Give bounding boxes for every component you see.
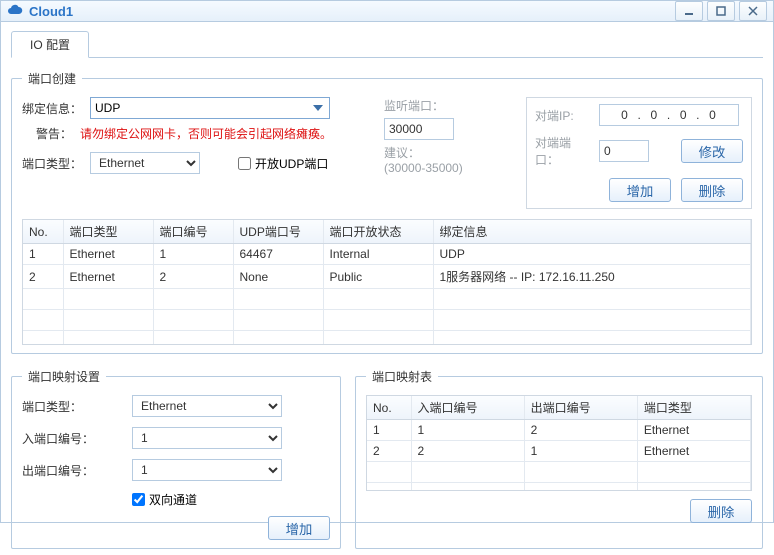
tabstrip: IO 配置 bbox=[11, 32, 763, 58]
tab-io-config[interactable]: IO 配置 bbox=[11, 31, 89, 58]
label-bind-info: 绑定信息： bbox=[22, 100, 82, 117]
table-row[interactable]: 22 1Ethernet bbox=[367, 441, 751, 462]
label-port-type: 端口类型： bbox=[22, 155, 82, 172]
port-map-table-header: No. 入端口编号 出端口编号 端口类型 bbox=[367, 396, 751, 420]
two-way-checkbox[interactable]: 双向通道 bbox=[132, 491, 282, 508]
port-type-select[interactable]: Ethernet bbox=[90, 152, 200, 174]
titlebar: Cloud1 bbox=[1, 1, 773, 22]
map-port-type-select[interactable]: Ethernet bbox=[132, 395, 282, 417]
chevron-down-icon bbox=[310, 101, 325, 115]
table-row bbox=[23, 331, 751, 346]
modify-button[interactable]: 修改 bbox=[681, 139, 743, 163]
group-port-map-settings-legend: 端口映射设置 bbox=[22, 368, 106, 385]
peer-ip-input[interactable] bbox=[599, 104, 739, 126]
listen-port-input[interactable] bbox=[384, 118, 454, 140]
table-row[interactable]: 1Ethernet 164467 InternalUDP bbox=[23, 244, 751, 265]
table-row[interactable]: 2Ethernet 2None Public1服务器网络 -- IP: 172.… bbox=[23, 265, 751, 289]
table-row[interactable]: 11 2Ethernet bbox=[367, 420, 751, 441]
minimize-button[interactable] bbox=[675, 1, 703, 21]
table-row bbox=[367, 483, 751, 492]
table-row bbox=[367, 462, 751, 483]
table-row bbox=[23, 310, 751, 331]
label-suggest: 建议： bbox=[384, 144, 504, 161]
port-table[interactable]: No. 端口类型 端口编号 UDP端口号 端口开放状态 绑定信息 1Ethern… bbox=[23, 220, 751, 345]
label-peer-ip: 对端IP: bbox=[535, 107, 591, 124]
label-warning: 警告： bbox=[36, 125, 72, 142]
bind-info-select[interactable]: UDP bbox=[90, 97, 330, 119]
peer-port-input[interactable] bbox=[599, 140, 649, 162]
in-port-no-select[interactable]: 1 bbox=[132, 427, 282, 449]
label-listen-port: 监听端口： bbox=[384, 97, 504, 114]
group-port-map-table-legend: 端口映射表 bbox=[366, 368, 438, 385]
label-out-port-no: 出端口编号： bbox=[22, 462, 132, 479]
map-delete-button[interactable]: 删除 bbox=[690, 499, 752, 523]
open-udp-label: 开放UDP端口 bbox=[255, 155, 328, 172]
port-add-button[interactable]: 增加 bbox=[609, 178, 671, 202]
group-port-map-settings: 端口映射设置 端口类型： Ethernet 入端口编号： 1 出端口编号： 1 … bbox=[11, 368, 341, 549]
close-button[interactable] bbox=[739, 1, 767, 21]
app-icon bbox=[7, 3, 23, 19]
two-way-label: 双向通道 bbox=[149, 491, 197, 508]
out-port-no-select[interactable]: 1 bbox=[132, 459, 282, 481]
group-port-create-legend: 端口创建 bbox=[22, 70, 82, 87]
port-table-header: No. 端口类型 端口编号 UDP端口号 端口开放状态 绑定信息 bbox=[23, 220, 751, 244]
label-in-port-no: 入端口编号： bbox=[22, 430, 132, 447]
map-add-button[interactable]: 增加 bbox=[268, 516, 330, 540]
label-map-port-type: 端口类型： bbox=[22, 398, 132, 415]
window-title: Cloud1 bbox=[29, 4, 73, 19]
group-port-create: 端口创建 绑定信息： UDP 警告： 请勿绑定公网网卡，否则可能会引起网络瘫痪。 bbox=[11, 70, 763, 354]
window-buttons bbox=[671, 1, 767, 21]
table-row bbox=[23, 289, 751, 310]
maximize-button[interactable] bbox=[707, 1, 735, 21]
warning-message: 请勿绑定公网网卡，否则可能会引起网络瘫痪。 bbox=[80, 125, 332, 142]
label-suggest-range: (30000-35000) bbox=[384, 161, 504, 175]
bind-info-value: UDP bbox=[95, 101, 120, 115]
label-peer-port: 对端端口： bbox=[535, 134, 591, 168]
port-delete-button[interactable]: 删除 bbox=[681, 178, 743, 202]
group-port-map-table: 端口映射表 No. 入端口编号 出端口编号 端口类型 11 bbox=[355, 368, 763, 549]
open-udp-checkbox[interactable]: 开放UDP端口 bbox=[238, 155, 328, 172]
port-map-table[interactable]: No. 入端口编号 出端口编号 端口类型 11 2Ethernet 22 bbox=[367, 396, 751, 491]
